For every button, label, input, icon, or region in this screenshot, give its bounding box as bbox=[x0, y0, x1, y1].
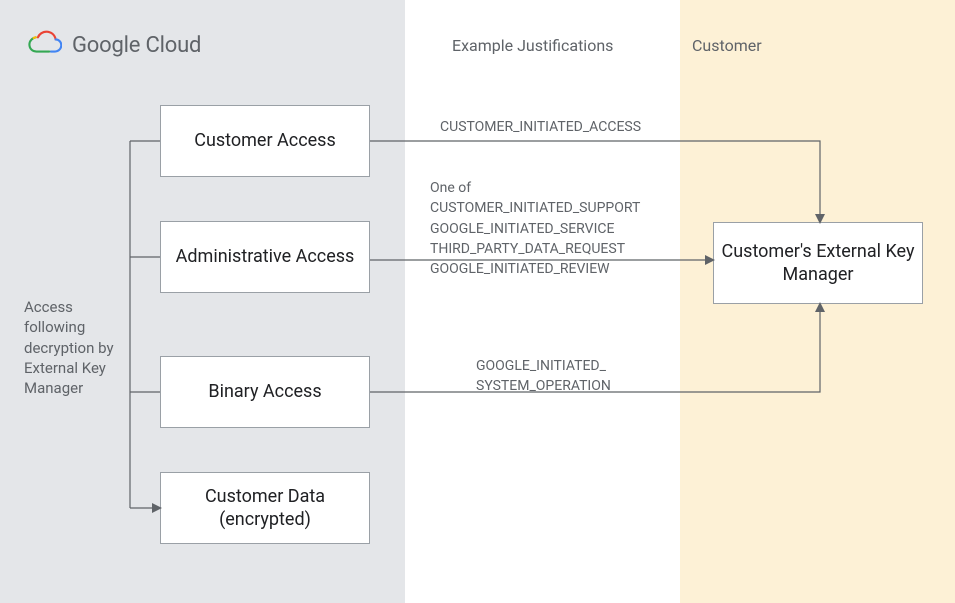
google-cloud-logo: Google Cloud bbox=[28, 30, 201, 60]
box-customer-access: Customer Access bbox=[160, 105, 370, 177]
arrow-label-line: CUSTOMER_INITIATED_SUPPORT bbox=[430, 198, 660, 218]
box-label: Administrative Access bbox=[176, 245, 355, 268]
arrow-label-line: One of bbox=[430, 178, 660, 198]
arrow-label-line: THIRD_PARTY_DATA_REQUEST bbox=[430, 239, 660, 259]
side-label-access-following: Access following decryption by External … bbox=[24, 297, 124, 398]
box-binary-access: Binary Access bbox=[160, 356, 370, 428]
header-justifications: Example Justifications bbox=[452, 36, 613, 55]
arrow-label-line: GOOGLE_INITIATED_REVIEW bbox=[430, 259, 660, 279]
header-customer: Customer bbox=[692, 36, 762, 55]
box-label: Customer Data (encrypted) bbox=[161, 485, 369, 532]
box-administrative-access: Administrative Access bbox=[160, 221, 370, 293]
arrow-label-line: GOOGLE_INITIATED_SERVICE bbox=[430, 219, 660, 239]
box-label: Customer's External Key Manager bbox=[714, 240, 922, 287]
arrow-label-customer-initiated: CUSTOMER_INITIATED_ACCESS bbox=[440, 117, 641, 137]
arrow-label-line: GOOGLE_INITIATED_ bbox=[476, 356, 656, 376]
region-justifications bbox=[405, 0, 680, 603]
box-label: Customer Access bbox=[194, 129, 336, 152]
box-customer-data: Customer Data (encrypted) bbox=[160, 472, 370, 544]
box-external-key-manager: Customer's External Key Manager bbox=[713, 222, 923, 304]
box-label: Binary Access bbox=[208, 380, 321, 403]
arrow-label-admin-list: One of CUSTOMER_INITIATED_SUPPORT GOOGLE… bbox=[430, 178, 660, 279]
logo-text: Google Cloud bbox=[72, 33, 201, 58]
arrow-label-line: SYSTEM_OPERATION bbox=[476, 376, 656, 396]
arrow-label-binary: GOOGLE_INITIATED_ SYSTEM_OPERATION bbox=[476, 356, 656, 397]
cloud-icon bbox=[28, 30, 62, 60]
